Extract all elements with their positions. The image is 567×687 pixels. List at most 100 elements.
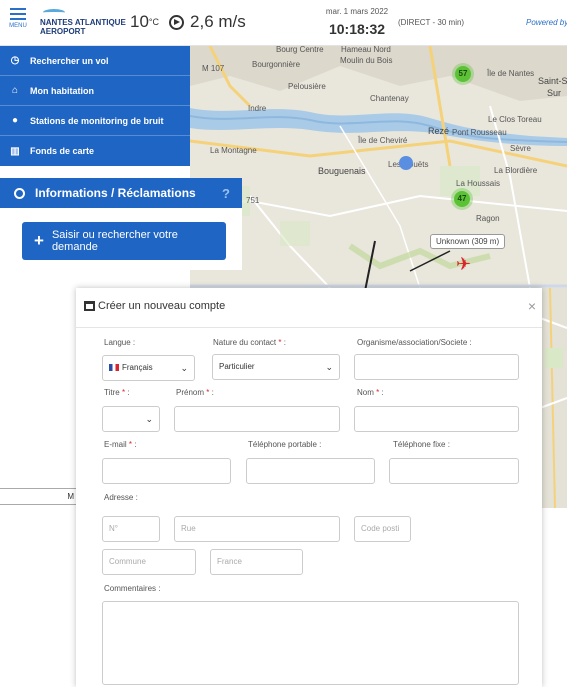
tel-fixe-input[interactable]	[389, 458, 519, 484]
tel-portable-input[interactable]	[246, 458, 375, 484]
email-label-text: E-mail	[104, 440, 127, 449]
plus-icon: +	[34, 231, 44, 250]
required-mark: *	[128, 440, 133, 449]
pays-input[interactable]: France	[210, 549, 303, 575]
france-flag-icon	[109, 364, 119, 371]
adresse-label: Adresse :	[104, 493, 138, 502]
map-edge-background	[540, 288, 567, 508]
map-label-la-houssais: La Houssais	[456, 179, 501, 188]
sidebar-item-label: Stations de monitoring de bruit	[30, 115, 164, 126]
sidebar-item-label: Rechercher un vol	[30, 55, 109, 66]
sidebar-item-fonds-de-carte[interactable]: ▥ Fonds de carte	[0, 136, 190, 166]
map-label-pelousiere: Pelousière	[288, 82, 326, 91]
rue-input[interactable]: Rue	[174, 516, 340, 542]
langue-label: Langue :	[104, 338, 136, 347]
informations-title: Informations / Réclamations	[35, 186, 196, 200]
required-mark: *	[206, 388, 210, 397]
logo-line-1: NANTES ATLANTIQUE	[40, 18, 126, 27]
nature-label: Nature du contact * :	[213, 338, 286, 347]
langue-select[interactable]: Français ⌄	[102, 355, 195, 381]
nom-input[interactable]	[354, 406, 519, 432]
clock-icon: ◷	[10, 55, 20, 66]
live-delay-label: (DIRECT - 30 min)	[398, 18, 465, 27]
logo-wing-icon	[43, 9, 65, 16]
temperature-value: 10	[130, 12, 149, 31]
map-label-indre: Indre	[248, 104, 267, 113]
search-icon	[14, 187, 25, 199]
hamburger-icon	[10, 8, 26, 20]
sidebar-item-rechercher-vol[interactable]: ◷ Rechercher un vol	[0, 46, 190, 76]
required-mark: *	[278, 338, 282, 347]
current-time: 10:18:32	[328, 21, 386, 37]
nom-label-text: Nom	[357, 388, 374, 397]
map-label-bouguenais: Bouguenais	[318, 166, 366, 176]
prenom-label: Prénom * :	[176, 388, 214, 397]
map-label-ragon: Ragon	[476, 214, 500, 223]
label-colon: :	[283, 338, 286, 347]
map-label-hameau-nord: Hameau Nord	[341, 46, 391, 54]
nom-label: Nom * :	[357, 388, 384, 397]
titre-label: Titre * :	[104, 388, 130, 397]
informations-panel-body: + Saisir ou rechercher votre demande	[0, 208, 242, 270]
informations-panel-header[interactable]: Informations / Réclamations ?	[0, 178, 242, 208]
help-icon[interactable]: ?	[222, 186, 230, 201]
close-icon[interactable]: ×	[528, 298, 536, 314]
chevron-down-icon: ⌄	[145, 414, 153, 424]
numero-input[interactable]: N°	[102, 516, 160, 542]
microphone-icon: ●	[11, 115, 19, 126]
nature-label-text: Nature du contact	[213, 338, 277, 347]
logo-line-2: AEROPORT	[40, 27, 86, 36]
map-view-edge[interactable]	[540, 288, 567, 508]
chevron-down-icon: ⌄	[325, 362, 333, 372]
map-label-pont-rousseau: Pont Rousseau	[452, 128, 507, 137]
map-label-moulin-du-bois: Moulin du Bois	[340, 56, 393, 65]
prenom-label-text: Prénom	[176, 388, 205, 397]
powered-by-link[interactable]: Powered by	[526, 18, 567, 27]
sidebar-item-label: Mon habitation	[30, 85, 94, 96]
commune-input[interactable]: Commune	[102, 549, 196, 575]
commentaires-label: Commentaires :	[104, 584, 161, 593]
email-input[interactable]	[102, 458, 231, 484]
map-icon: ▥	[10, 145, 20, 157]
langue-value: Français	[122, 363, 153, 372]
side-menu: ◷ Rechercher un vol ⌂ Mon habitation ● S…	[0, 46, 190, 166]
required-mark: *	[121, 388, 126, 397]
temperature-unit: °C	[148, 17, 160, 27]
sidebar-item-label: Fonds de carte	[30, 146, 95, 156]
wind-speed: 2,6 m/s	[190, 12, 246, 31]
map-label-reze: Rezé	[428, 126, 450, 136]
tel-fixe-label: Téléphone fixe :	[393, 440, 450, 449]
map-label-bourg-centre: Bourg Centre	[276, 46, 324, 54]
airplane-icon[interactable]: ✈	[456, 254, 471, 275]
prenom-input[interactable]	[174, 406, 340, 432]
commentaires-textarea[interactable]	[102, 601, 519, 685]
code-postal-input[interactable]: Code posti	[354, 516, 411, 542]
nature-select[interactable]: Particulier ⌄	[212, 354, 340, 380]
location-marker[interactable]	[399, 156, 413, 170]
tel-portable-label: Téléphone portable :	[248, 440, 322, 449]
saisir-demande-button[interactable]: + Saisir ou rechercher votre demande	[22, 222, 226, 260]
titre-label-text: Titre	[104, 388, 120, 397]
create-account-modal: Créer un nouveau compte × Langue : Natur…	[76, 288, 542, 687]
sidebar-item-mon-habitation[interactable]: ⌂ Mon habitation	[0, 76, 190, 106]
airport-logo[interactable]: NANTES ATLANTIQUE AEROPORT	[40, 9, 126, 39]
flight-cluster-marker[interactable]: 47	[454, 191, 470, 207]
modal-title: Créer un nouveau compte	[98, 300, 226, 312]
top-bar: MENU NANTES ATLANTIQUE AEROPORT 10 °C 2,6…	[0, 0, 567, 46]
weather-widget: 10 °C 2,6 m/s	[130, 10, 246, 34]
menu-label: MENU	[9, 23, 27, 29]
current-date: mar. 1 mars 2022	[325, 7, 389, 16]
sidebar-item-stations[interactable]: ● Stations de monitoring de bruit	[0, 106, 190, 136]
titre-select[interactable]: ⌄	[102, 406, 160, 432]
saisir-demande-label: Saisir ou rechercher votre demande	[51, 229, 178, 253]
label-colon: :	[127, 388, 130, 397]
organisme-input[interactable]	[354, 354, 519, 380]
menu-button[interactable]: MENU	[5, 6, 31, 40]
home-icon: ⌂	[11, 85, 19, 96]
map-view[interactable]: Bourg Centre Hameau Nord Moulin du Bois …	[190, 46, 567, 288]
nature-value: Particulier	[219, 362, 255, 371]
organisme-label: Organisme/association/Societe :	[357, 338, 472, 347]
map-label-sevre: Sèvre	[510, 144, 531, 153]
id-card-icon	[84, 301, 95, 311]
flight-cluster-marker[interactable]: 57	[455, 66, 471, 82]
